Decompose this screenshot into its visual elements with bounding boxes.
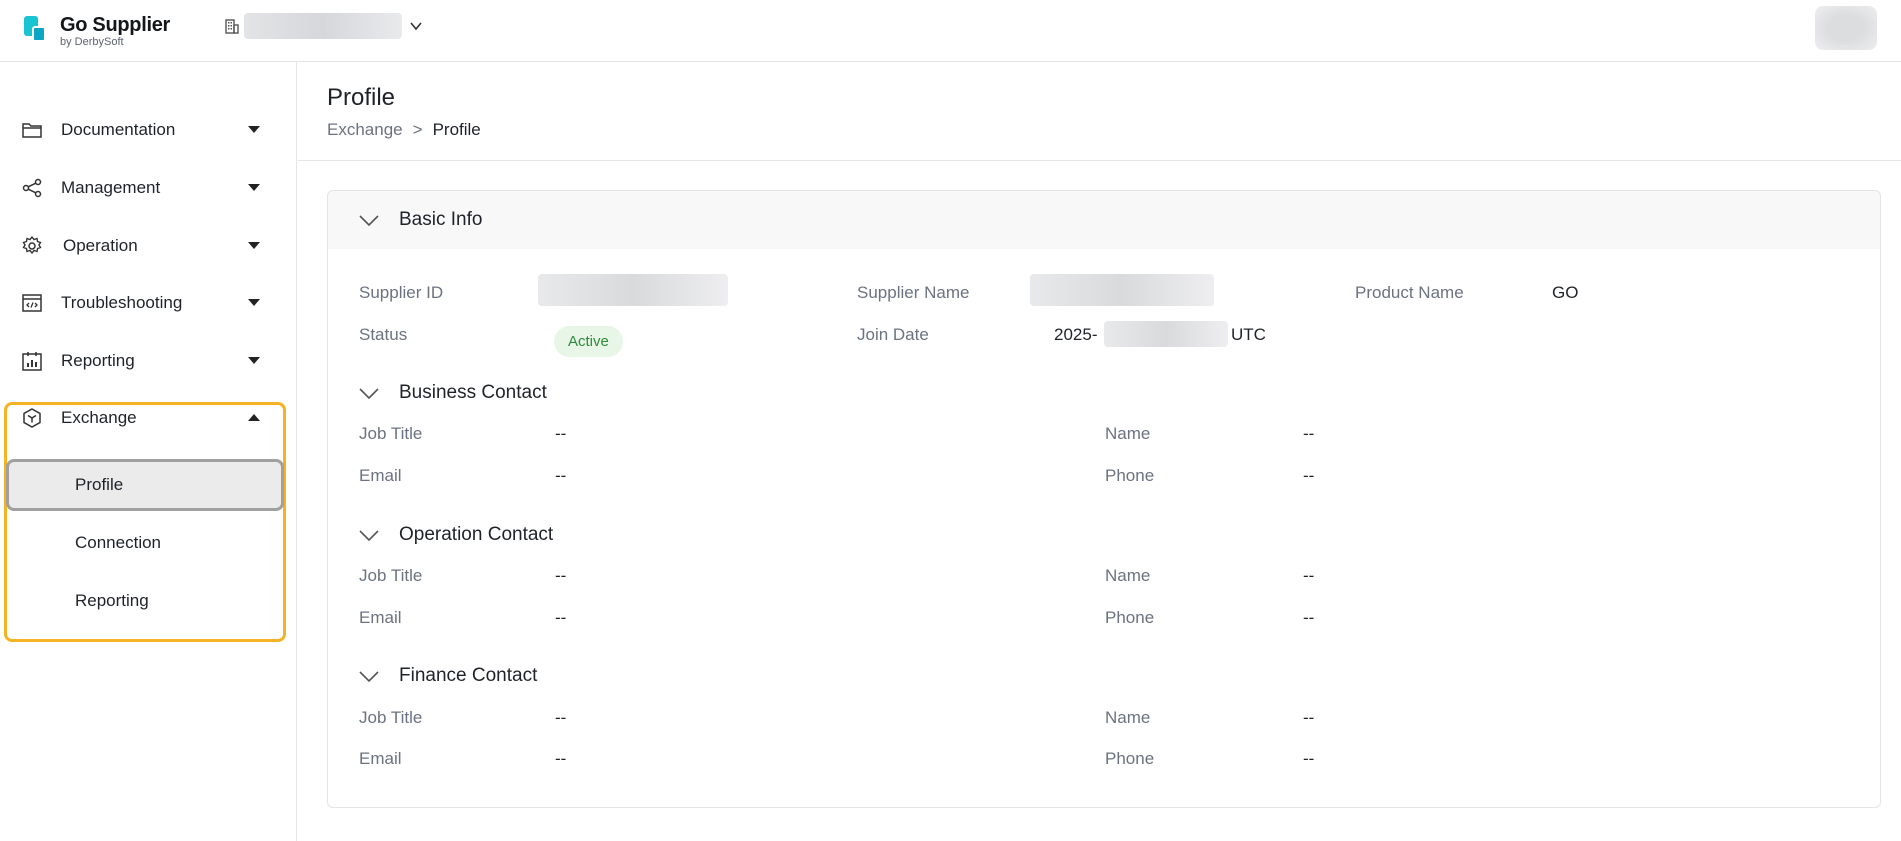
name-label: Name <box>1105 566 1151 585</box>
breadcrumb-separator: > <box>412 120 423 139</box>
logo-text: Go Supplier by DerbySoft <box>60 14 170 49</box>
logo[interactable]: Go Supplier by DerbySoft <box>24 14 170 49</box>
sidebar-item-label: Reporting <box>61 351 135 370</box>
join-date-prefix: 2025- <box>1054 325 1098 344</box>
product-name-label: Product Name <box>1355 283 1464 302</box>
folder-icon <box>22 123 42 138</box>
finance-contact-title: Finance Contact <box>399 665 538 686</box>
join-date-redacted <box>1104 321 1228 347</box>
sidebar: Documentation Management Operation Troub… <box>0 62 297 841</box>
sidebar-item-label: Troubleshooting <box>61 293 183 312</box>
name-value: -- <box>1303 424 1315 443</box>
product-name-value: GO <box>1552 283 1579 302</box>
sidebar-subitem-label: Profile <box>75 475 124 494</box>
job-title-value: -- <box>555 566 567 585</box>
logo-mark-icon <box>24 16 48 44</box>
caret-down-icon <box>248 357 260 364</box>
supplier-id-redacted <box>538 274 728 306</box>
job-title-label: Job Title <box>359 566 423 585</box>
operation-contact-header[interactable]: Operation Contact <box>328 520 928 552</box>
job-title-value: -- <box>555 424 567 443</box>
status-label: Status <box>359 325 408 344</box>
job-title-label: Job Title <box>359 708 423 727</box>
sidebar-subitem-profile[interactable]: Profile <box>6 459 284 511</box>
phone-label: Phone <box>1105 466 1155 485</box>
avatar[interactable] <box>1815 6 1877 50</box>
sidebar-item-label: Management <box>61 178 161 197</box>
name-label: Name <box>1105 424 1151 443</box>
status-badge: Active <box>554 326 623 357</box>
operation-contact-title: Operation Contact <box>399 524 554 545</box>
phone-value: -- <box>1303 608 1315 627</box>
caret-up-icon <box>248 414 260 421</box>
profile-card: Basic Info Supplier ID Supplier Name Pro… <box>327 190 1881 808</box>
organization-switcher[interactable] <box>224 12 424 40</box>
organization-name-redacted <box>244 13 402 39</box>
sidebar-item-label: Operation <box>63 236 138 255</box>
chevron-down-icon <box>359 388 379 400</box>
name-label: Name <box>1105 708 1151 727</box>
supplier-id-label: Supplier ID <box>359 283 444 302</box>
job-title-label: Job Title <box>359 424 423 443</box>
sidebar-subitem-connection[interactable]: Connection <box>4 517 286 569</box>
caret-down-icon <box>248 242 260 249</box>
caret-down-icon <box>248 126 260 133</box>
sidebar-item-label: Documentation <box>61 120 176 139</box>
join-date-label: Join Date <box>857 325 929 344</box>
join-date-timezone: UTC <box>1231 325 1266 344</box>
email-value: -- <box>555 608 567 627</box>
business-contact-title: Business Contact <box>399 382 547 403</box>
caret-down-icon <box>248 299 260 306</box>
logo-title: Go Supplier <box>60 14 171 36</box>
business-contact-header[interactable]: Business Contact <box>328 378 928 410</box>
email-value: -- <box>555 749 567 768</box>
sidebar-item-exchange[interactable]: Exchange <box>0 394 297 442</box>
phone-value: -- <box>1303 466 1315 485</box>
caret-down-icon <box>248 184 260 191</box>
breadcrumb-link-exchange[interactable]: Exchange <box>327 120 403 140</box>
main-content: Profile Exchange > Profile Basic Info Su… <box>298 62 1901 841</box>
bar-chart-calendar-icon <box>22 352 42 371</box>
top-bar: Go Supplier by DerbySoft <box>0 0 1901 62</box>
email-label: Email <box>359 608 402 627</box>
logo-subtitle: by DerbySoft <box>60 36 124 48</box>
email-value: -- <box>555 466 567 485</box>
sidebar-item-operation[interactable]: Operation <box>0 222 297 270</box>
sidebar-subitem-label: Reporting <box>75 591 149 610</box>
sidebar-item-troubleshooting[interactable]: Troubleshooting <box>0 279 297 327</box>
phone-value: -- <box>1303 749 1315 768</box>
finance-contact-header[interactable]: Finance Contact <box>328 661 928 693</box>
email-label: Email <box>359 466 402 485</box>
sidebar-item-documentation[interactable]: Documentation <box>0 106 297 154</box>
gear-icon <box>22 235 42 255</box>
sidebar-item-reporting[interactable]: Reporting <box>0 337 297 385</box>
sidebar-item-management[interactable]: Management <box>0 164 297 212</box>
job-title-value: -- <box>555 708 567 727</box>
chevron-down-icon <box>359 671 379 683</box>
chevron-down-icon <box>359 530 379 542</box>
code-window-icon <box>22 294 42 312</box>
page-title: Profile <box>327 84 396 111</box>
chevron-down-icon <box>410 22 422 31</box>
sidebar-item-label: Exchange <box>61 408 137 427</box>
basic-info-title: Basic Info <box>399 209 483 230</box>
basic-info-header[interactable]: Basic Info <box>328 191 1880 249</box>
phone-label: Phone <box>1105 608 1155 627</box>
name-value: -- <box>1303 566 1315 585</box>
building-icon <box>225 19 239 34</box>
sidebar-subitem-reporting[interactable]: Reporting <box>4 575 286 627</box>
breadcrumb-current: Profile <box>432 120 481 139</box>
supplier-name-label: Supplier Name <box>857 283 970 302</box>
breadcrumb: Exchange > Profile <box>327 120 481 140</box>
name-value: -- <box>1303 708 1315 727</box>
chevron-down-icon <box>359 215 379 227</box>
supplier-name-redacted <box>1030 274 1214 306</box>
share-nodes-icon <box>22 178 42 198</box>
phone-label: Phone <box>1105 749 1155 768</box>
email-label: Email <box>359 749 402 768</box>
cube-icon <box>23 408 41 428</box>
sidebar-subitem-label: Connection <box>75 533 162 552</box>
page-header: Profile Exchange > Profile <box>298 62 1901 161</box>
